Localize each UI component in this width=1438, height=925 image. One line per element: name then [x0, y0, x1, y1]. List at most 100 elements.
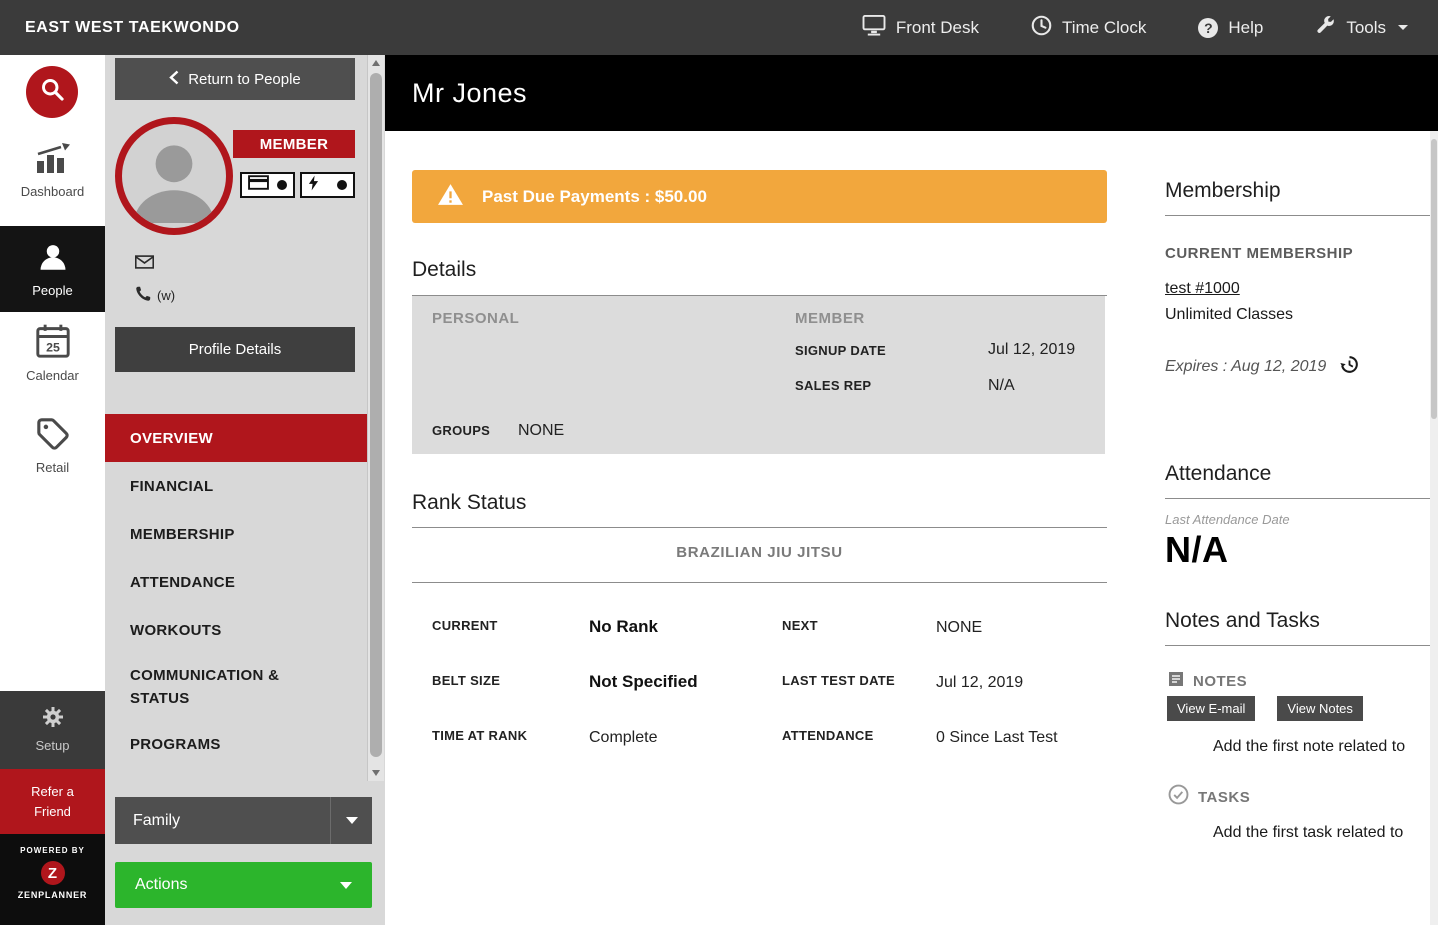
sidebar-item-label: People	[0, 283, 105, 298]
belt-size-value: Not Specified	[589, 672, 698, 692]
membership-description: Unlimited Classes	[1165, 306, 1293, 324]
divider	[412, 582, 1107, 583]
sidebar-item-dashboard[interactable]: Dashboard	[0, 143, 105, 199]
main-content: Mr Jones Past Due Payments : $50.00 Deta…	[385, 55, 1438, 925]
billing-auto-badge[interactable]	[300, 172, 355, 198]
status-dot-icon	[277, 180, 287, 190]
notes-tasks-heading: Notes and Tasks	[1165, 609, 1320, 633]
chevron-down-icon	[1398, 25, 1408, 30]
clock-icon	[1031, 15, 1052, 41]
front-desk-button[interactable]: Front Desk	[862, 15, 979, 41]
family-dropdown-label: Family	[115, 812, 330, 830]
task-check-icon	[1168, 784, 1189, 810]
panel-scrollbar[interactable]	[367, 55, 384, 781]
profile-tab-workouts[interactable]: WORKOUTS	[105, 606, 367, 654]
time-clock-button[interactable]: Time Clock	[1031, 15, 1146, 41]
sidebar-item-label: Dashboard	[0, 184, 105, 199]
current-membership-label: CURRENT MEMBERSHIP	[1165, 245, 1353, 262]
help-label: Help	[1228, 18, 1263, 38]
top-nav: Front Desk Time Clock Help Tools	[862, 15, 1408, 41]
sidebar-item-people[interactable]: People	[0, 226, 105, 312]
tools-button[interactable]: Tools	[1315, 15, 1408, 41]
past-due-alert[interactable]: Past Due Payments : $50.00	[412, 170, 1107, 223]
refer-a-friend-label: Refer a Friend	[31, 784, 74, 819]
chevron-left-icon	[169, 70, 179, 89]
profile-tab-financial[interactable]: FINANCIAL	[105, 462, 367, 510]
sidebar-item-setup[interactable]: Setup	[0, 691, 105, 769]
divider	[1165, 215, 1438, 216]
profile-nav: OVERVIEW FINANCIAL MEMBERSHIP ATTENDANCE…	[105, 414, 367, 768]
member-section-label: MEMBER	[795, 310, 865, 327]
personal-section-label: PERSONAL	[432, 310, 519, 327]
wrench-icon	[1315, 15, 1336, 41]
rank-attendance-label: ATTENDANCE	[782, 728, 874, 743]
divider	[1165, 645, 1438, 646]
sidebar-item-refer-a-friend[interactable]: Refer a Friend	[0, 769, 105, 834]
family-dropdown-caret[interactable]	[330, 797, 372, 844]
avatar[interactable]	[115, 117, 233, 235]
family-dropdown[interactable]: Family	[115, 797, 372, 844]
last-attendance-value: N/A	[1165, 529, 1229, 571]
view-email-button[interactable]: View E-mail	[1167, 696, 1255, 721]
zenplanner-label: ZENPLANNER	[0, 890, 105, 900]
profile-tab-communication-status[interactable]: COMMUNICATION & STATUS	[105, 654, 367, 720]
time-at-rank-value: Complete	[589, 729, 657, 747]
profile-tab-programs[interactable]: PROGRAMS	[105, 720, 367, 768]
return-to-people-label: Return to People	[188, 71, 301, 88]
time-clock-label: Time Clock	[1062, 18, 1146, 38]
last-test-date-value: Jul 12, 2019	[936, 674, 1023, 692]
history-icon[interactable]	[1340, 355, 1359, 379]
lightning-icon	[308, 175, 319, 196]
search-button[interactable]	[26, 66, 78, 118]
actions-label: Actions	[135, 876, 187, 894]
sidebar-item-label: Setup	[0, 738, 105, 753]
details-heading: Details	[412, 258, 476, 282]
work-phone-label: (w)	[157, 288, 175, 303]
email-icon[interactable]	[135, 255, 154, 274]
profile-details-button[interactable]: Profile Details	[115, 327, 355, 372]
membership-heading: Membership	[1165, 179, 1281, 203]
last-attendance-label: Last Attendance Date	[1165, 512, 1290, 527]
phone-icon	[135, 286, 151, 305]
main-scrollbar[interactable]	[1430, 131, 1438, 925]
actions-dropdown[interactable]: Actions	[115, 862, 372, 908]
scroll-down-icon[interactable]	[372, 770, 380, 776]
current-rank-label: CURRENT	[432, 618, 498, 633]
return-to-people-button[interactable]: Return to People	[115, 58, 355, 100]
billing-card-badge[interactable]	[240, 172, 295, 198]
warning-icon	[437, 183, 464, 211]
notes-buttons: View E-mail View Notes	[1167, 696, 1363, 721]
last-test-date-label: LAST TEST DATE	[782, 673, 895, 688]
sidebar-item-retail[interactable]: Retail	[0, 417, 105, 475]
next-rank-value: NONE	[936, 619, 982, 637]
scrollbar-thumb[interactable]	[370, 73, 382, 757]
scroll-up-icon[interactable]	[372, 60, 380, 66]
summary-column: Membership CURRENT MEMBERSHIP test #1000…	[1165, 55, 1438, 925]
membership-expires: Expires : Aug 12, 2019	[1165, 355, 1359, 379]
calendar-icon: 25	[35, 347, 71, 362]
membership-expires-text: Expires : Aug 12, 2019	[1165, 358, 1326, 376]
past-due-alert-text: Past Due Payments : $50.00	[482, 187, 707, 207]
profile-panel: Return to People MEMBER (w) Profile Deta…	[105, 55, 385, 925]
gear-icon	[41, 717, 65, 732]
view-notes-button[interactable]: View Notes	[1277, 696, 1363, 721]
rank-attendance-value: 0 Since Last Test	[936, 729, 1058, 747]
groups-label: GROUPS	[432, 423, 490, 438]
help-button[interactable]: Help	[1198, 18, 1263, 38]
notes-label: NOTES	[1193, 673, 1247, 690]
status-dot-icon	[337, 180, 347, 190]
chevron-down-icon	[340, 882, 352, 889]
divider	[412, 527, 1107, 528]
scrollbar-thumb[interactable]	[1431, 139, 1437, 419]
membership-link[interactable]: test #1000	[1165, 280, 1240, 298]
tag-icon	[36, 439, 70, 454]
notes-section-header: NOTES	[1168, 671, 1247, 692]
current-rank-value: No Rank	[589, 617, 658, 637]
profile-tab-attendance[interactable]: ATTENDANCE	[105, 558, 367, 606]
sidebar-item-label: Calendar	[0, 368, 105, 383]
sidebar-item-calendar[interactable]: 25 Calendar	[0, 323, 105, 383]
profile-tab-membership[interactable]: MEMBERSHIP	[105, 510, 367, 558]
program-title: BRAZILIAN JIU JITSU	[412, 544, 1107, 561]
tasks-section-header: TASKS	[1168, 784, 1250, 810]
profile-tab-overview[interactable]: OVERVIEW	[105, 414, 367, 462]
